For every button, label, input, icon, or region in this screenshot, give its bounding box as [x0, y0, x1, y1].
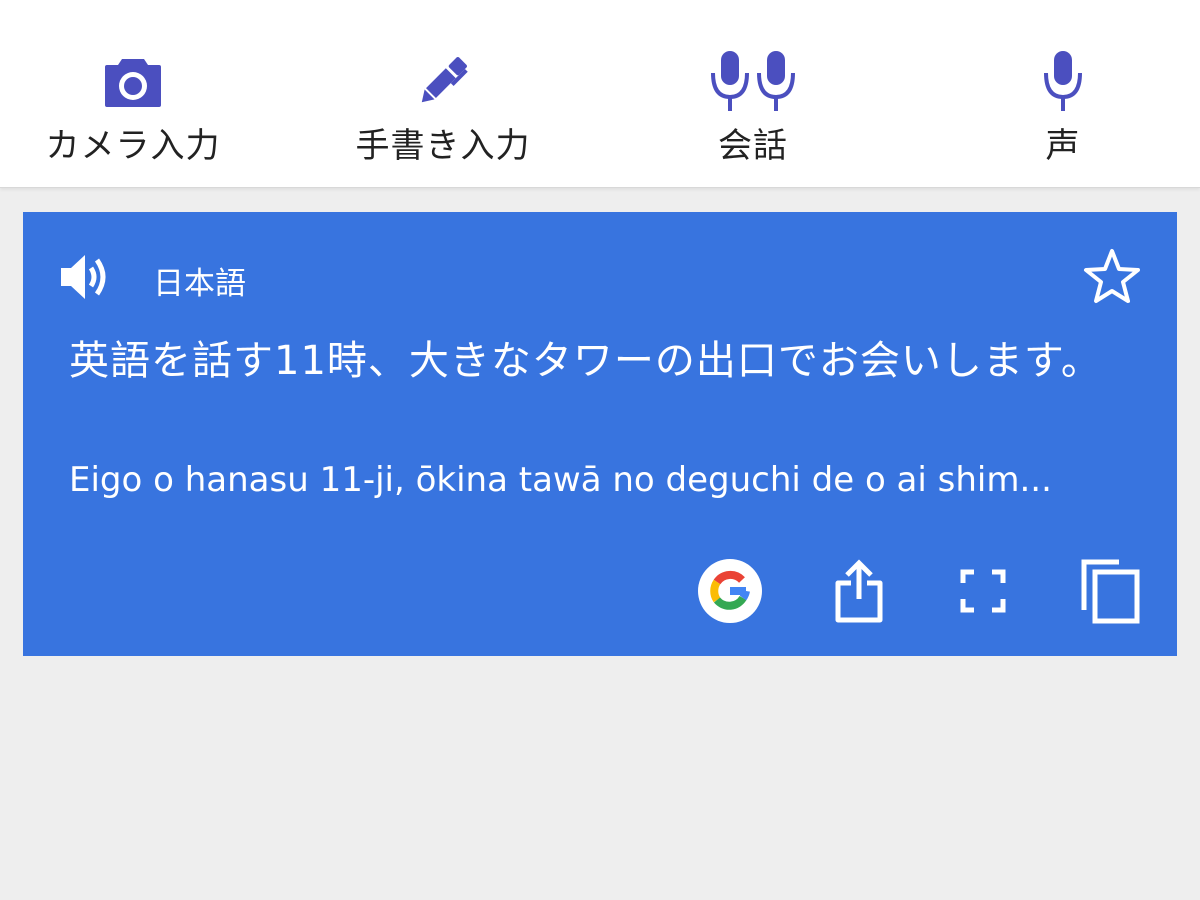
camera-input-label: カメラ入力: [45, 126, 221, 166]
romanization-text: Eigo o hanasu 11-ji, ōkina tawā no deguc…: [69, 460, 1052, 500]
copy-icon: [1079, 558, 1141, 628]
speaker-icon[interactable]: [59, 252, 115, 302]
voice-input-button[interactable]: 声: [933, 50, 1193, 170]
conversation-icon: [707, 50, 799, 112]
conversation-button[interactable]: 会話: [623, 50, 883, 170]
star-icon[interactable]: [1083, 248, 1141, 306]
camera-input-button[interactable]: カメラ入力: [3, 50, 263, 170]
input-mode-toolbar: カメラ入力 手書き入力 会話 声: [0, 0, 1200, 188]
google-icon: [697, 558, 763, 628]
handwriting-input-button[interactable]: 手書き入力: [313, 50, 573, 170]
translation-result-card: 日本語 英語を話す11時、大きなタワーの出口でお会いします。 Eigo o ha…: [23, 212, 1177, 656]
google-search-button[interactable]: [697, 558, 763, 628]
pen-icon: [413, 50, 473, 112]
share-button[interactable]: [829, 558, 889, 628]
voice-input-label: 声: [1045, 126, 1081, 166]
language-label: 日本語: [153, 266, 246, 302]
fullscreen-icon: [960, 569, 1006, 617]
camera-icon: [103, 50, 163, 112]
conversation-label: 会話: [718, 126, 788, 166]
translated-text: 英語を話す11時、大きなタワーの出口でお会いします。: [69, 338, 1102, 384]
handwriting-input-label: 手書き入力: [355, 126, 531, 166]
share-icon: [833, 559, 885, 627]
fullscreen-button[interactable]: [953, 558, 1013, 628]
copy-button[interactable]: [1077, 558, 1143, 628]
microphone-icon: [1040, 50, 1086, 112]
